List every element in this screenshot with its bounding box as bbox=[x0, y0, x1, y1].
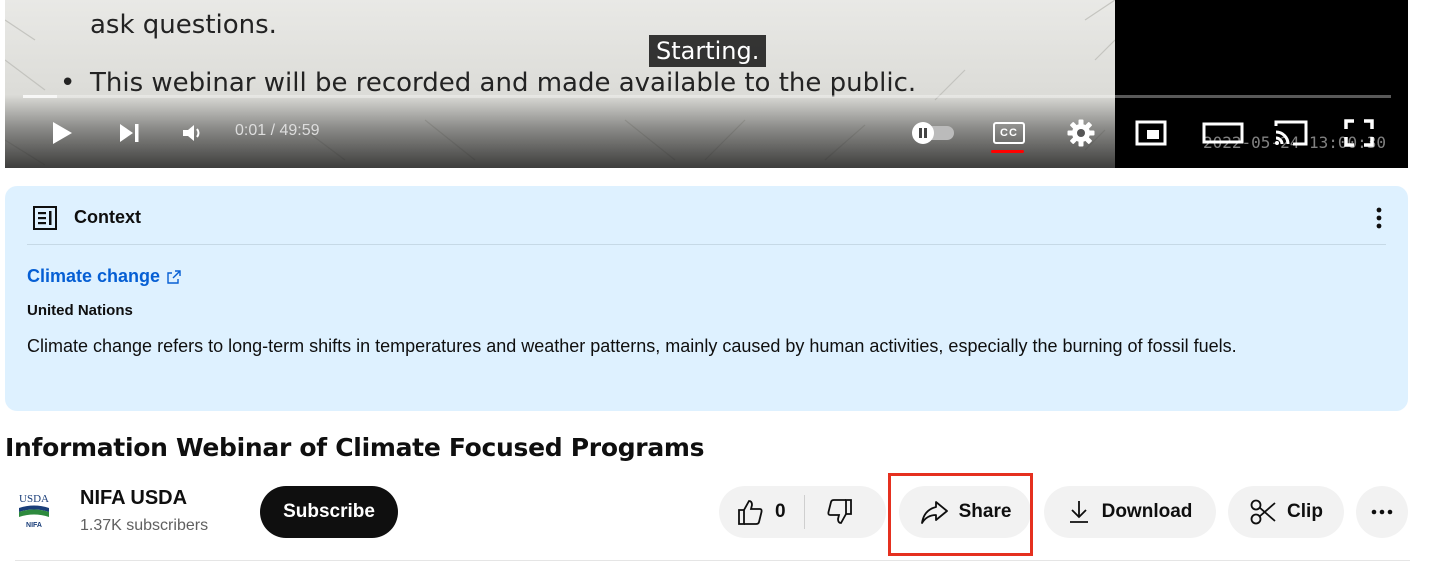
slide-bullet-text: This webinar will be recorded and made a… bbox=[90, 68, 917, 98]
play-button[interactable] bbox=[41, 108, 81, 158]
next-button[interactable] bbox=[109, 108, 149, 158]
volume-button[interactable] bbox=[173, 108, 213, 158]
bullet-mark: • bbox=[60, 68, 76, 98]
download-label: Download bbox=[1101, 501, 1193, 522]
subscriber-count: 1.37K subscribers bbox=[80, 517, 209, 534]
progress-loaded bbox=[23, 95, 57, 98]
subtitles-icon: CC bbox=[993, 122, 1025, 144]
miniplayer-icon bbox=[1135, 120, 1167, 146]
share-button[interactable]: Share bbox=[899, 486, 1031, 538]
context-link-text: Climate change bbox=[27, 266, 161, 286]
subtitles-active-indicator bbox=[991, 150, 1024, 153]
context-title: Context bbox=[74, 207, 141, 227]
more-actions-button[interactable] bbox=[1356, 486, 1408, 538]
video-player[interactable]: ask questions. • This webinar will be rec… bbox=[5, 0, 1408, 168]
subscribe-button[interactable]: Subscribe bbox=[260, 486, 398, 538]
channel-name[interactable]: NIFA USDA bbox=[80, 487, 187, 510]
timestamp-overlay: 2022-05-24 13:00:30 bbox=[1203, 133, 1387, 152]
caption-text: Starting. bbox=[649, 35, 767, 67]
settings-icon bbox=[1067, 119, 1095, 147]
clip-label: Clip bbox=[1287, 501, 1323, 522]
like-button[interactable]: 0 bbox=[719, 486, 786, 538]
share-label: Share bbox=[958, 501, 1012, 522]
context-description: Climate change refers to long-term shift… bbox=[27, 336, 1237, 356]
clip-button[interactable]: Clip bbox=[1228, 486, 1344, 538]
context-icon bbox=[33, 206, 57, 230]
context-panel: Context Climate change United Nations Cl… bbox=[5, 186, 1408, 411]
more-vertical-icon bbox=[1376, 207, 1382, 229]
slide-text-line: ask questions. bbox=[90, 10, 277, 40]
scissors-icon bbox=[1250, 499, 1276, 525]
like-dislike-group: 0 bbox=[719, 486, 886, 538]
like-count: 0 bbox=[775, 501, 786, 522]
context-source: United Nations bbox=[27, 302, 133, 319]
context-divider bbox=[27, 244, 1386, 245]
autoplay-toggle-icon bbox=[912, 122, 954, 144]
avatar-text-top: USDA bbox=[19, 493, 49, 505]
external-link-icon bbox=[167, 269, 181, 284]
settings-button[interactable] bbox=[1061, 108, 1101, 158]
play-icon bbox=[53, 122, 72, 144]
progress-bar[interactable] bbox=[23, 95, 1391, 98]
avatar-text-bottom: NIFA bbox=[26, 522, 42, 529]
section-divider bbox=[15, 560, 1410, 561]
dislike-button[interactable] bbox=[805, 486, 875, 538]
next-icon bbox=[120, 124, 139, 142]
player-controls: 0:01 / 49:59 CC bbox=[5, 108, 1408, 158]
time-display: 0:01 / 49:59 bbox=[235, 122, 320, 139]
download-button[interactable]: Download bbox=[1044, 486, 1216, 538]
avatar[interactable]: USDA NIFA bbox=[14, 490, 54, 530]
video-title: Information Webinar of Climate Focused P… bbox=[5, 433, 705, 462]
volume-icon bbox=[183, 125, 200, 141]
thumbs-down-icon bbox=[827, 499, 852, 524]
usda-logo: USDA NIFA bbox=[14, 490, 54, 530]
share-icon bbox=[920, 501, 948, 524]
miniplayer-button[interactable] bbox=[1131, 108, 1171, 158]
context-link[interactable]: Climate change bbox=[27, 266, 182, 287]
more-horizontal-icon bbox=[1371, 509, 1393, 515]
context-menu-button[interactable] bbox=[1367, 204, 1391, 232]
autoplay-toggle[interactable] bbox=[905, 108, 961, 158]
thumbs-up-icon bbox=[738, 500, 763, 525]
slide-bullet-line: • This webinar will be recorded and made … bbox=[60, 68, 916, 98]
download-icon bbox=[1069, 501, 1088, 523]
